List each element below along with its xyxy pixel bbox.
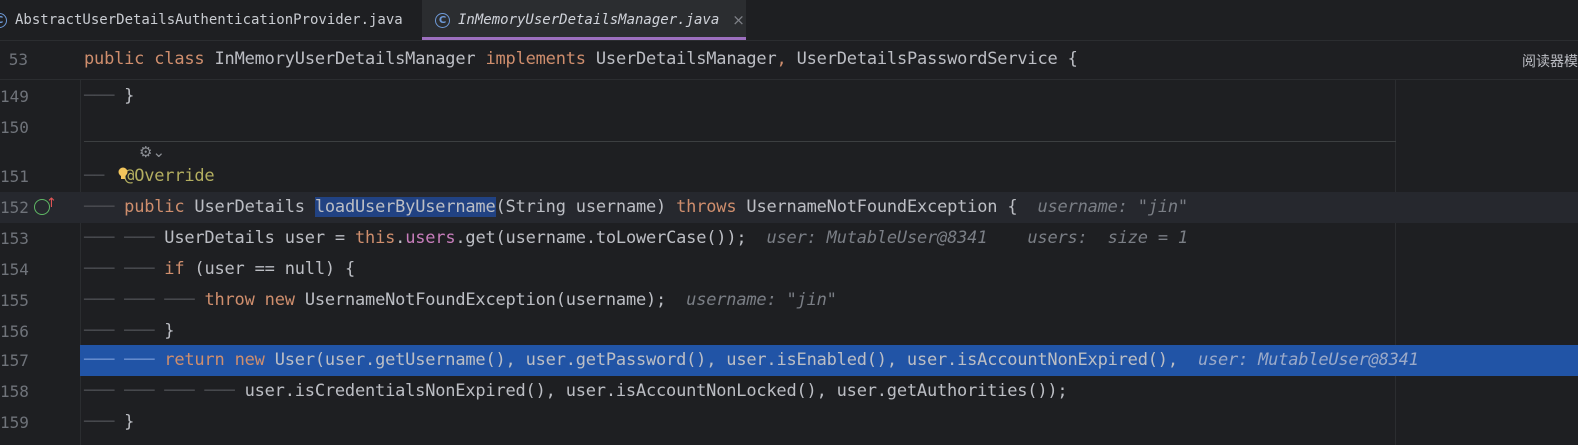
code-line[interactable]: 154 ─── ─── if (user == null) { xyxy=(0,254,1578,285)
code-line[interactable]: 149 ─── } xyxy=(0,81,1578,112)
sticky-line: 53 public class InMemoryUserDetailsManag… xyxy=(0,41,1578,80)
active-tab-indicator xyxy=(422,37,746,40)
code-text: ─── } xyxy=(84,86,135,106)
line-number: 159 xyxy=(0,413,29,432)
line-number: 151 xyxy=(0,167,29,186)
code-text: ─── ─── UserDetails user = this.users.ge… xyxy=(84,228,1188,248)
line-number: 157 xyxy=(0,351,29,370)
code-text: ─── ─── ─── ─── user.isCredentialsNonExp… xyxy=(84,381,1068,401)
line-number: 154 xyxy=(0,260,29,279)
code-editor[interactable]: 53 public class InMemoryUserDetailsManag… xyxy=(0,41,1578,445)
code-text: ─── ─── ─── throw new UsernameNotFoundEx… xyxy=(84,290,837,310)
code-line[interactable]: 153 ─── ─── UserDetails user = this.user… xyxy=(0,223,1578,254)
code-line[interactable]: 156 ─── ─── } xyxy=(0,316,1578,347)
line-number: 156 xyxy=(0,322,29,341)
code-line[interactable]: 150 xyxy=(0,112,1578,143)
tab-label: InMemoryUserDetailsManager.java xyxy=(458,12,720,28)
code-line[interactable]: 158 ─── ─── ─── ─── user.isCredentialsNo… xyxy=(0,376,1578,407)
line-number: 155 xyxy=(0,291,29,310)
debug-inlay-hint: user: MutableUser@8341 xyxy=(1197,350,1419,370)
line-number: 153 xyxy=(0,229,29,248)
code-line[interactable]: 151 ── @Override xyxy=(0,161,1578,192)
tab-in-memory-user-details-manager[interactable]: C InMemoryUserDetailsManager.java × xyxy=(422,0,746,40)
debug-inlay-hint: username: "jin" xyxy=(1037,197,1188,217)
code-text: ─── ─── return new User(user.getUsername… xyxy=(84,350,1419,370)
lightbulb-icon[interactable] xyxy=(117,167,129,181)
code-text: ─── ─── if (user == null) { xyxy=(84,259,355,279)
code-text: ─── public UserDetails loadUserByUsernam… xyxy=(84,197,1188,217)
close-icon[interactable]: × xyxy=(732,11,745,29)
gear-icon[interactable]: ⚙⌄ xyxy=(139,143,165,161)
line-number: 53 xyxy=(8,50,28,69)
debug-inlay-hint: user: MutableUser@8341 users: size = 1 xyxy=(766,228,1188,248)
tab-label: AbstractUserDetailsAuthenticationProvide… xyxy=(15,12,403,28)
editor-tab-bar: C AbstractUserDetailsAuthenticationProvi… xyxy=(0,0,1578,41)
gutter-line: 157 xyxy=(0,345,80,376)
code-text: ─── ─── } xyxy=(84,321,175,341)
code-line-current[interactable]: 152 ↑ ─── public UserDetails loadUserByU… xyxy=(0,192,1578,223)
line-number: 150 xyxy=(0,118,29,137)
line-number: 149 xyxy=(0,87,29,106)
line-number: 152 xyxy=(0,198,29,217)
override-arrow-icon[interactable]: ↑ xyxy=(46,196,57,211)
execution-point-line[interactable]: ─── ─── return new User(user.getUsername… xyxy=(80,345,1578,376)
class-icon: C xyxy=(0,12,7,28)
tab-abstract-user-details-provider[interactable]: C AbstractUserDetailsAuthenticationProvi… xyxy=(0,0,412,40)
debug-inlay-hint: username: "jin" xyxy=(686,290,837,310)
class-icon: C xyxy=(435,12,450,28)
code-line[interactable]: 159 ─── } xyxy=(0,407,1578,438)
code-text: ── @Override xyxy=(84,166,215,186)
reader-mode-button[interactable]: 阅读器模 xyxy=(1522,51,1578,71)
line-number: 158 xyxy=(0,382,29,401)
code-text: ─── } xyxy=(84,412,135,432)
selected-method-name: loadUserByUsername xyxy=(314,197,496,217)
code-line[interactable]: 155 ─── ─── ─── throw new UsernameNotFou… xyxy=(0,285,1578,316)
sticky-code: public class InMemoryUserDetailsManager … xyxy=(84,49,1078,69)
inlay-divider xyxy=(84,141,1396,142)
